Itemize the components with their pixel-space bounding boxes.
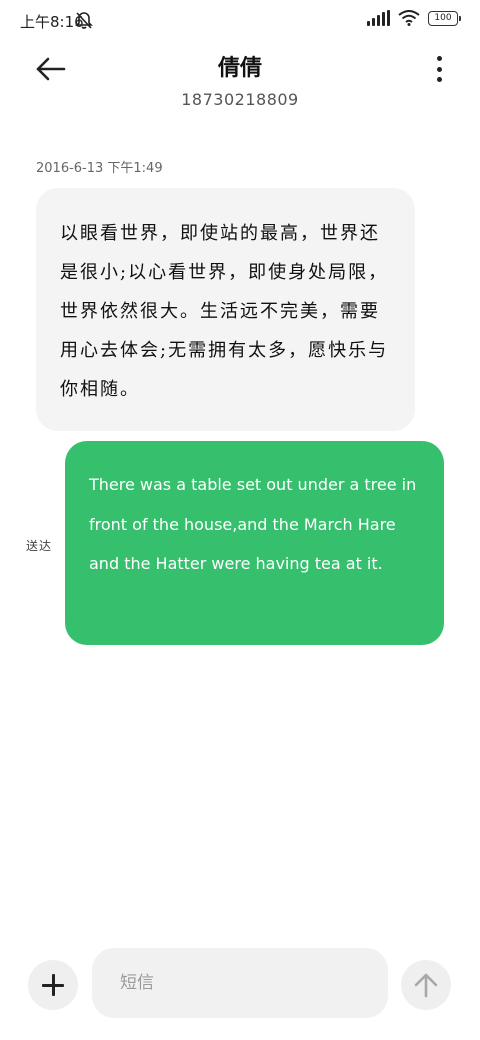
outgoing-message-text: There was a table set out under a tree i… (89, 475, 417, 573)
signal-icon (367, 10, 390, 26)
incoming-message-text: 以眼看世界，即使站的最高，世界还是很小;以心看世界，即使身处局限，世界依然很大。… (60, 223, 389, 400)
battery-icon: 100 (428, 10, 461, 26)
add-attachment-button[interactable] (28, 960, 78, 1010)
send-button[interactable] (401, 960, 451, 1010)
status-indicators: 100 (367, 10, 461, 26)
message-input[interactable] (92, 948, 388, 1018)
arrow-up-icon (414, 973, 438, 998)
status-bar: 上午8:16 100 (0, 0, 480, 42)
wifi-icon (398, 10, 420, 26)
mute-icon (75, 12, 93, 29)
contact-name: 倩倩 (217, 56, 262, 81)
contact-phone-number: 18730218809 (181, 90, 299, 109)
incoming-message-bubble[interactable]: 以眼看世界，即使站的最高，世界还是很小;以心看世界，即使身处局限，世界依然很大。… (36, 188, 415, 431)
outgoing-message-bubble[interactable]: There was a table set out under a tree i… (65, 441, 444, 645)
message-timestamp: 2016-6-13 下午1:49 (36, 161, 163, 176)
more-options-icon[interactable] (432, 56, 446, 82)
delivery-status: 送达 (26, 539, 53, 553)
